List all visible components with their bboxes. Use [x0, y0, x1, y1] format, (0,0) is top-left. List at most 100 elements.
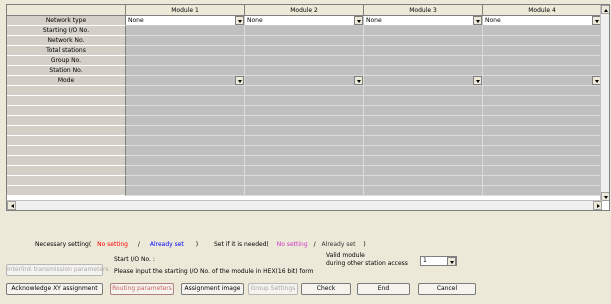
grid-cell[interactable] [364, 126, 483, 136]
grid-cell[interactable] [245, 146, 364, 156]
start-io-label: Start I/O No. : [114, 256, 155, 263]
grid-cell[interactable] [126, 76, 245, 86]
grid-cell[interactable]: None [483, 16, 602, 26]
grid-cell[interactable] [126, 56, 245, 66]
grid-cell[interactable] [483, 136, 602, 146]
grid-cell[interactable] [245, 186, 364, 196]
grid-cell[interactable] [483, 26, 602, 36]
grid-cell[interactable] [245, 176, 364, 186]
grid-cell[interactable] [483, 46, 602, 56]
grid-cell[interactable] [126, 146, 245, 156]
row-header [7, 106, 126, 116]
grid-cell[interactable] [245, 126, 364, 136]
grid-cell[interactable]: None [126, 16, 245, 26]
dropdown-button[interactable] [235, 76, 244, 85]
grid-cell[interactable] [245, 46, 364, 56]
grid-cell[interactable] [126, 116, 245, 126]
dropdown-button[interactable] [473, 16, 482, 25]
group-settings-button[interactable]: Group Settings [248, 283, 298, 295]
grid-cell[interactable] [245, 76, 364, 86]
grid-cell[interactable] [364, 166, 483, 176]
grid-cell[interactable] [364, 36, 483, 46]
dropdown-button[interactable] [354, 76, 363, 85]
grid-cell[interactable] [483, 156, 602, 166]
grid-cell[interactable] [126, 26, 245, 36]
grid-cell[interactable] [483, 66, 602, 76]
grid-cell[interactable] [483, 96, 602, 106]
grid-cell[interactable] [364, 146, 483, 156]
grid-cell[interactable] [483, 106, 602, 116]
grid-cell[interactable] [245, 166, 364, 176]
grid-cell[interactable] [483, 76, 602, 86]
dropdown-button[interactable] [354, 16, 363, 25]
valid-module-select[interactable]: 1 [420, 256, 457, 266]
check-button[interactable]: Check [301, 283, 351, 295]
end-button[interactable]: End [357, 283, 410, 295]
grid-cell[interactable] [126, 176, 245, 186]
grid-cell[interactable] [364, 116, 483, 126]
grid-cell[interactable] [245, 156, 364, 166]
grid-cell[interactable] [483, 116, 602, 126]
grid-cell[interactable] [126, 36, 245, 46]
grid-cell[interactable] [126, 156, 245, 166]
row-header: Mode [7, 76, 126, 86]
grid-cell[interactable] [364, 76, 483, 86]
chevron-down-icon [238, 80, 242, 83]
grid-cell[interactable] [483, 86, 602, 96]
grid-cell[interactable] [364, 176, 483, 186]
row-header [7, 166, 126, 176]
grid-cell[interactable] [364, 86, 483, 96]
grid-cell[interactable] [483, 146, 602, 156]
cancel-button[interactable]: Cancel [418, 283, 476, 295]
grid-cell[interactable] [245, 26, 364, 36]
grid-cell[interactable] [126, 46, 245, 56]
grid-cell[interactable] [126, 66, 245, 76]
dropdown-button[interactable] [473, 76, 482, 85]
grid-cell[interactable] [126, 106, 245, 116]
grid-cell[interactable] [245, 56, 364, 66]
grid-cell[interactable] [364, 186, 483, 196]
grid-cell[interactable] [364, 136, 483, 146]
grid-cell[interactable] [126, 136, 245, 146]
grid-cell[interactable] [483, 186, 602, 196]
grid-cell[interactable]: None [245, 16, 364, 26]
horizontal-scrollbar[interactable] [7, 200, 602, 210]
scroll-right-button[interactable] [593, 201, 602, 210]
grid-cell[interactable] [364, 106, 483, 116]
grid-cell[interactable] [126, 126, 245, 136]
dropdown-button[interactable] [235, 16, 244, 25]
scroll-left-button[interactable] [7, 201, 16, 210]
grid-cell[interactable] [126, 96, 245, 106]
grid-cell[interactable] [483, 56, 602, 66]
scroll-down-button[interactable] [601, 192, 609, 201]
grid-cell[interactable] [245, 106, 364, 116]
grid-cell[interactable] [126, 166, 245, 176]
grid-cell[interactable] [364, 96, 483, 106]
vertical-scrollbar[interactable] [600, 5, 609, 201]
grid-cell[interactable] [483, 126, 602, 136]
grid-cell[interactable] [245, 36, 364, 46]
grid-cell[interactable] [483, 36, 602, 46]
grid-cell[interactable] [245, 136, 364, 146]
grid-cell[interactable] [126, 186, 245, 196]
acknowledge-xy-button[interactable]: Acknowledge XY assignment [6, 283, 103, 295]
grid-cell[interactable] [364, 66, 483, 76]
grid-cell[interactable]: None [364, 16, 483, 26]
interlink-transmission-button[interactable]: Interlink transmission parameters [6, 264, 109, 276]
grid-cell[interactable] [126, 86, 245, 96]
grid-cell[interactable] [364, 26, 483, 36]
routing-parameters-button[interactable]: Routing parameters [110, 283, 174, 295]
grid-cell[interactable] [364, 46, 483, 56]
grid-cell[interactable] [245, 66, 364, 76]
assignment-image-button[interactable]: Assignment image [181, 283, 244, 295]
grid-cell[interactable] [483, 176, 602, 186]
grid-cell[interactable] [245, 86, 364, 96]
grid-cell[interactable] [245, 96, 364, 106]
row-header: Network No. [7, 36, 126, 46]
grid-cell[interactable] [245, 116, 364, 126]
grid-cell[interactable] [483, 166, 602, 176]
grid-cell[interactable] [364, 156, 483, 166]
scroll-up-button[interactable] [601, 5, 609, 14]
grid-cell[interactable] [364, 56, 483, 66]
valid-module-dropdown-button[interactable] [447, 257, 456, 266]
